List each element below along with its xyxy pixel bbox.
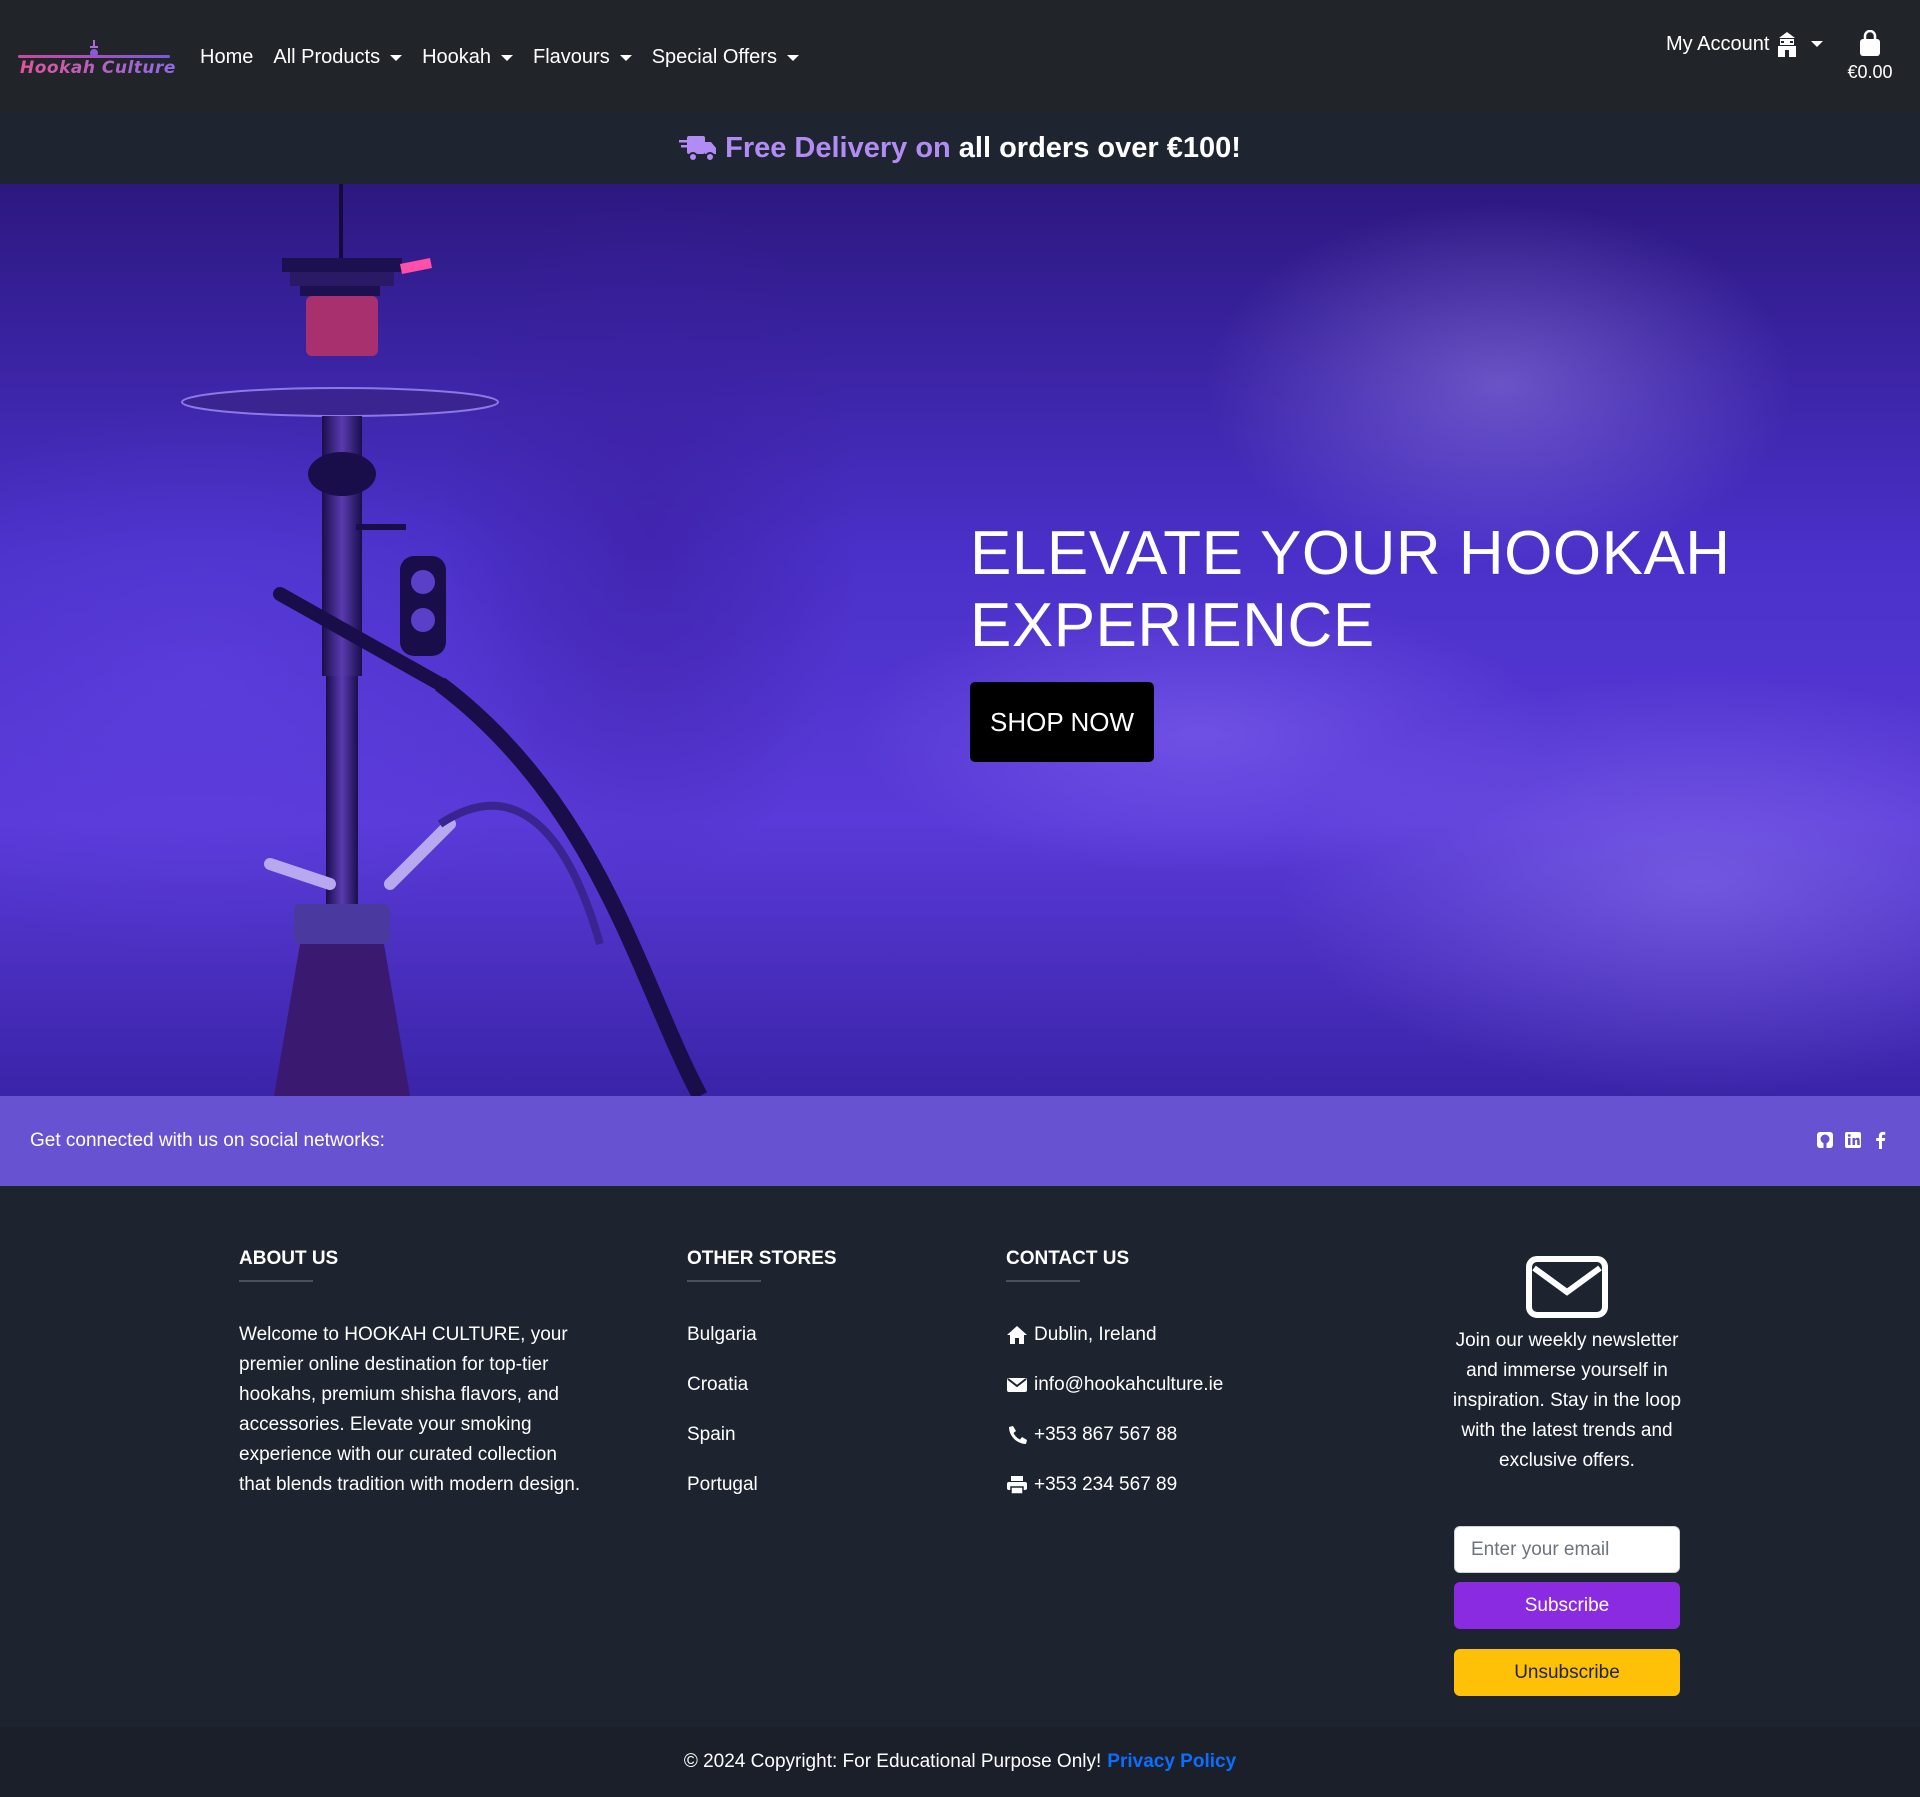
- nav-hookah[interactable]: Hookah: [422, 46, 514, 69]
- footer: ABOUT US Welcome to HOOKAH CULTURE, your…: [0, 1186, 1920, 1727]
- main-nav: Home All Products Hookah Flavours Specia…: [200, 46, 819, 69]
- facebook-icon[interactable]: [1872, 1130, 1890, 1150]
- banner-accent-text: Free Delivery on: [725, 131, 951, 164]
- caret-down-icon: [619, 54, 632, 61]
- nav-home[interactable]: Home: [200, 46, 253, 69]
- truck-fast-icon: [679, 136, 717, 162]
- my-account-label: My Account: [1666, 32, 1770, 55]
- contact-us-title: CONTACT US: [1006, 1248, 1129, 1282]
- nav-home-label: Home: [200, 46, 254, 68]
- contact-address-text: Dublin, Ireland: [1034, 1324, 1157, 1345]
- about-us-title: ABOUT US: [239, 1248, 338, 1282]
- social-text: Get connected with us on social networks…: [30, 1130, 385, 1151]
- brand-logo[interactable]: Hookah Culture: [18, 38, 175, 82]
- unsubscribe-button[interactable]: Unsubscribe: [1454, 1649, 1680, 1696]
- hero-section: ELEVATE YOUR HOOKAH EXPERIENCE SHOP NOW: [0, 184, 1920, 1096]
- hero-title: ELEVATE YOUR HOOKAH EXPERIENCE: [970, 518, 1731, 662]
- contact-fax-text: +353 234 567 89: [1034, 1474, 1178, 1495]
- banner-rest-text: all orders over €100!: [958, 131, 1241, 164]
- envelope-icon: [1007, 1378, 1027, 1392]
- shopping-bag-icon: [1860, 30, 1880, 56]
- nav-all-products-label: All Products: [273, 46, 381, 68]
- copyright-text: © 2024 Copyright: For Educational Purpos…: [683, 1751, 1102, 1772]
- contact-phone-text: +353 867 567 88: [1034, 1424, 1178, 1445]
- phone-icon: [1009, 1426, 1027, 1444]
- free-delivery-banner: Free Delivery on all orders over €100!: [0, 112, 1920, 184]
- caret-down-icon: [1811, 41, 1824, 47]
- store-link-bulgaria[interactable]: Bulgaria: [687, 1324, 757, 1346]
- nav-flavours-label: Flavours: [533, 46, 610, 68]
- account-icon: [1778, 32, 1797, 57]
- subscribe-button[interactable]: Subscribe: [1454, 1582, 1680, 1629]
- contact-email[interactable]: info@hookahculture.ie: [1006, 1374, 1223, 1396]
- linkedin-icon[interactable]: [1844, 1130, 1862, 1150]
- nav-all-products[interactable]: All Products: [273, 46, 403, 69]
- privacy-policy-link[interactable]: Privacy Policy: [1107, 1751, 1236, 1773]
- bag-total: €0.00: [1847, 62, 1893, 82]
- hookah-hero-image: [181, 184, 708, 1096]
- newsletter-envelope-icon: [1526, 1256, 1608, 1318]
- about-us-text: Welcome to HOOKAH CULTURE, your premier …: [239, 1324, 581, 1495]
- contact-email-text: info@hookahculture.ie: [1034, 1374, 1224, 1395]
- caret-down-icon: [390, 54, 403, 61]
- caret-down-icon: [786, 54, 799, 61]
- nav-special-offers[interactable]: Special Offers: [652, 46, 799, 69]
- newsletter-text: Join our weekly newsletter and immerse y…: [1452, 1330, 1682, 1471]
- nav-flavours[interactable]: Flavours: [533, 46, 632, 69]
- caret-down-icon: [501, 54, 514, 61]
- copyright-bar: © 2024 Copyright: For Educational Purpos…: [0, 1727, 1920, 1797]
- nav-special-offers-label: Special Offers: [651, 46, 777, 68]
- store-link-croatia[interactable]: Croatia: [687, 1374, 748, 1396]
- shop-now-button[interactable]: SHOP NOW: [970, 682, 1154, 762]
- nav-hookah-label: Hookah: [422, 46, 492, 68]
- contact-fax: +353 234 567 89: [1006, 1474, 1177, 1496]
- other-stores-title: OTHER STORES: [687, 1248, 837, 1282]
- hero-title-line2: EXPERIENCE: [970, 591, 1375, 660]
- print-icon: [1007, 1476, 1027, 1495]
- newsletter-email-input[interactable]: [1454, 1526, 1680, 1573]
- logo-text: Hookah Culture: [20, 58, 176, 78]
- my-account-dropdown[interactable]: My Account: [1666, 30, 1824, 58]
- store-link-spain[interactable]: Spain: [687, 1424, 736, 1446]
- home-icon: [1007, 1326, 1027, 1344]
- hero-title-line1: ELEVATE YOUR HOOKAH: [970, 519, 1731, 588]
- navbar: Hookah Culture Home All Products Hookah …: [0, 0, 1920, 112]
- contact-address: Dublin, Ireland: [1006, 1324, 1157, 1346]
- social-bar: Get connected with us on social networks…: [0, 1096, 1920, 1186]
- shopping-bag[interactable]: €0.00: [1842, 30, 1898, 83]
- store-link-portugal[interactable]: Portugal: [687, 1474, 758, 1496]
- contact-phone: +353 867 567 88: [1006, 1424, 1177, 1446]
- github-icon[interactable]: [1816, 1130, 1834, 1150]
- social-icons: [1816, 1130, 1890, 1150]
